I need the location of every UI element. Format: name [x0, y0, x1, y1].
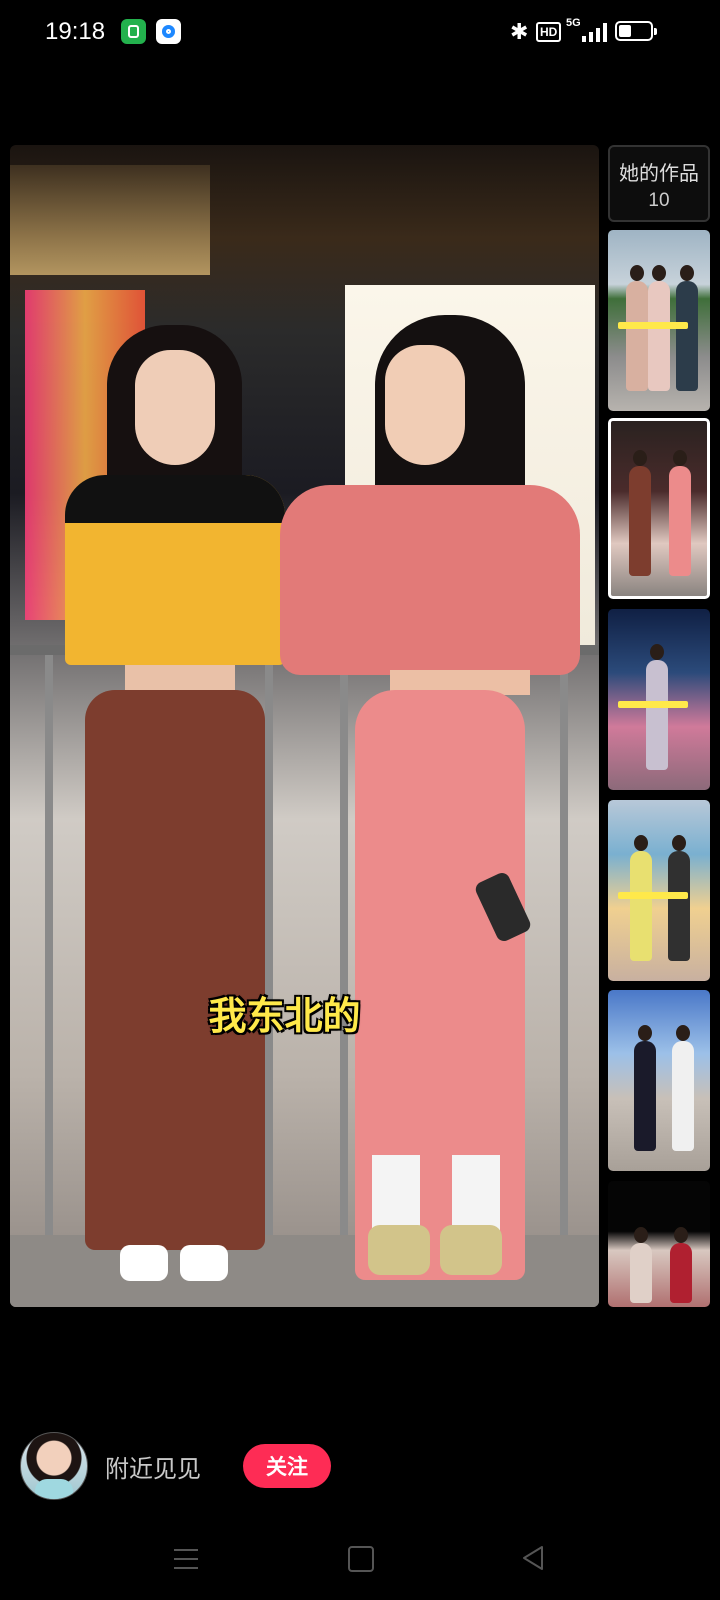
- thumbnail-subtitle: [618, 322, 688, 329]
- menu-icon[interactable]: [174, 1547, 198, 1571]
- author-bar: 附近见见 关注: [20, 1432, 420, 1500]
- status-time: 19:18: [45, 18, 106, 45]
- her-works-count: 10: [648, 190, 670, 211]
- system-nav-bar: [0, 1520, 720, 1600]
- video-player[interactable]: 我东北的: [10, 145, 599, 1307]
- her-works-button[interactable]: 她的作品 10: [608, 145, 710, 222]
- home-icon[interactable]: [348, 1546, 374, 1572]
- follow-button[interactable]: 关注: [243, 1444, 331, 1488]
- work-thumbnail[interactable]: [608, 990, 710, 1171]
- thumbnail-subtitle: [618, 892, 688, 899]
- her-works-label: 她的作品: [619, 163, 699, 185]
- caption-text: 我东北的: [208, 994, 361, 1038]
- railing-post: [45, 655, 53, 1235]
- work-thumbnail[interactable]: [608, 230, 710, 411]
- work-thumbnail[interactable]: [608, 1181, 710, 1307]
- bluetooth-icon: ✱: [510, 19, 529, 44]
- author-name[interactable]: 附近见见: [105, 1449, 201, 1484]
- signal-icon: [576, 22, 608, 42]
- video-caption: 我东北的: [10, 985, 599, 1040]
- background-lamp: [10, 165, 210, 275]
- thumbnail-subtitle: [618, 701, 688, 708]
- battery-icon: [615, 21, 657, 41]
- status-bar: 19:18 ✱ HD 5G: [0, 0, 720, 64]
- notification-app-icon: [121, 19, 146, 44]
- notification-app-icon: [156, 19, 181, 44]
- avatar[interactable]: [20, 1432, 88, 1500]
- work-thumbnail[interactable]: [608, 609, 710, 790]
- hd-icon: HD: [536, 22, 562, 42]
- work-thumbnail[interactable]: [608, 800, 710, 981]
- person-right: [260, 315, 590, 1305]
- work-thumbnail[interactable]: [608, 418, 710, 599]
